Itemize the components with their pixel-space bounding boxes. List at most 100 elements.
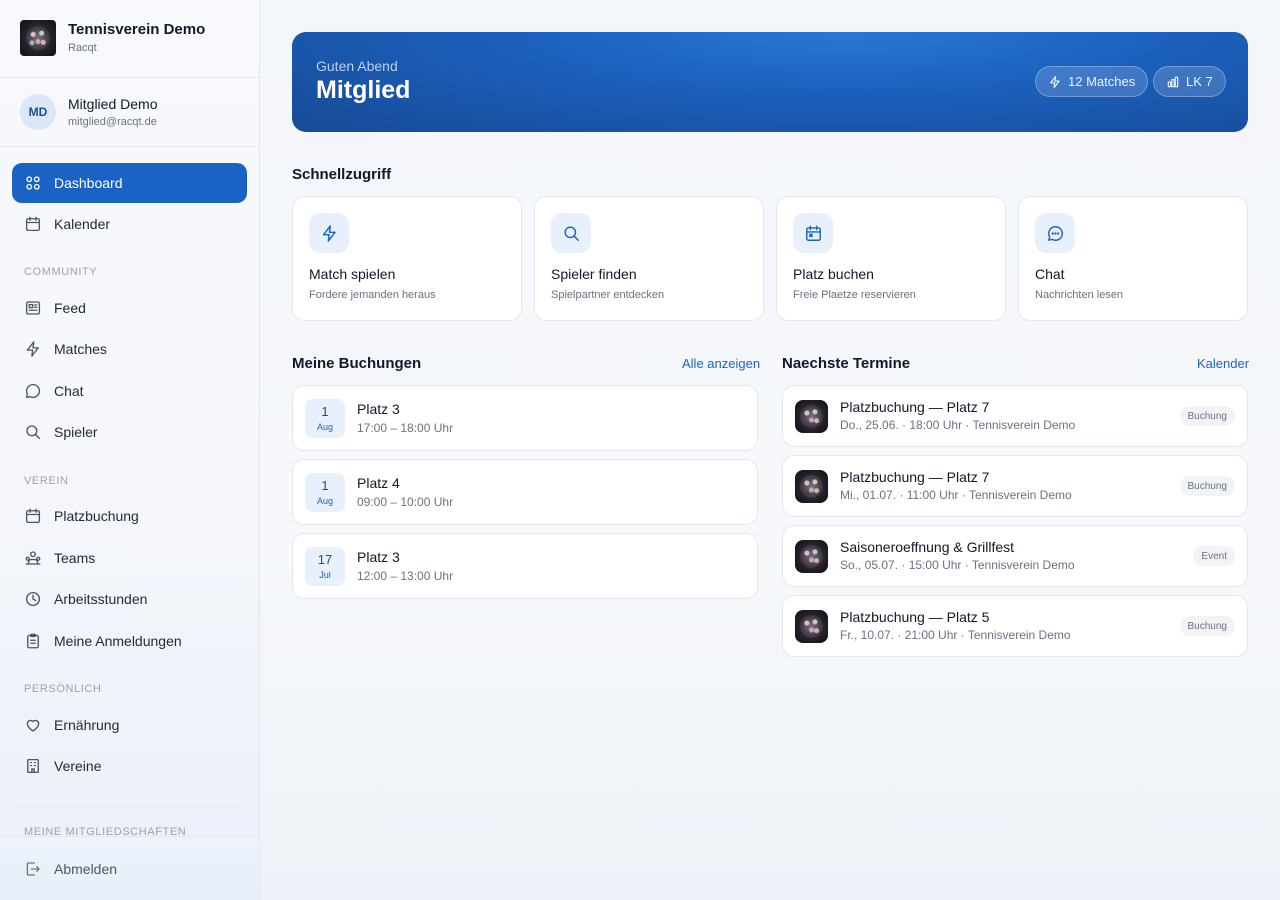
booking-time: 12:00 – 13:00 Uhr bbox=[357, 569, 454, 583]
sidebar-item-arbeitsstunden[interactable]: Arbeitsstunden bbox=[12, 579, 247, 619]
sidebar-item-spieler[interactable]: Spieler bbox=[12, 412, 247, 452]
sidebar-item-label: Ernährung bbox=[54, 717, 120, 733]
event-type-badge: Event bbox=[1193, 546, 1235, 566]
sidebar-divider bbox=[0, 77, 259, 78]
event-item[interactable]: Platzbuchung — Platz 7 Mi., 01.07. · 11:… bbox=[782, 455, 1248, 517]
user-profile[interactable]: MD Mitglied Demo mitglied@racqt.de bbox=[20, 94, 157, 130]
club-thumbnail bbox=[795, 610, 828, 643]
brand-title: Tennisverein Demo bbox=[68, 21, 206, 38]
quick-card-booking[interactable]: Platz buchen Freie Plaetze reservieren bbox=[776, 196, 1006, 321]
sidebar-item-matches[interactable]: Matches bbox=[12, 329, 247, 369]
event-meta: Mi., 01.07. · 11:00 Uhr · Tennisverein D… bbox=[840, 488, 1072, 502]
logout-label: Abmelden bbox=[54, 860, 118, 877]
booking-date: 1 Aug bbox=[305, 399, 345, 438]
sidebar-item-platzbuchung[interactable]: Platzbuchung bbox=[12, 496, 247, 536]
user-email: mitglied@racqt.de bbox=[68, 115, 157, 128]
sidebar-item-label: Chat bbox=[54, 383, 84, 399]
club-thumbnail bbox=[795, 470, 828, 503]
matches-stat-pill[interactable]: 12 Matches bbox=[1035, 66, 1149, 97]
sidebar-item-feed[interactable]: Feed bbox=[12, 288, 247, 328]
quick-card-title: Spieler finden bbox=[551, 266, 637, 282]
quick-card-players[interactable]: Spieler finden Spielpartner entdecken bbox=[534, 196, 764, 321]
calendar-icon bbox=[24, 215, 42, 233]
sidebar-item-label: Feed bbox=[54, 300, 86, 316]
sidebar-item-teams[interactable]: Teams bbox=[12, 538, 247, 578]
sidebar-item-chat[interactable]: Chat bbox=[12, 371, 247, 411]
chat-icon bbox=[24, 382, 42, 400]
quick-card-match[interactable]: Match spielen Fordere jemanden heraus bbox=[292, 196, 522, 321]
calendar-link[interactable]: Kalender bbox=[1197, 356, 1249, 371]
booking-item[interactable]: 1 Aug Platz 3 17:00 – 18:00 Uhr bbox=[292, 385, 758, 451]
sidebar-item-label: Teams bbox=[54, 550, 96, 566]
sidebar-item-label: Arbeitsstunden bbox=[54, 591, 148, 607]
booking-month: Aug bbox=[316, 496, 333, 506]
event-title: Platzbuchung — Platz 7 bbox=[840, 399, 990, 415]
sidebar: Tennisverein Demo Racqt MD Mitglied Demo… bbox=[0, 0, 260, 900]
brand-subtitle: Racqt bbox=[68, 42, 97, 54]
quick-access-title: Schnellzugriff bbox=[292, 166, 392, 183]
clock-icon bbox=[24, 590, 42, 608]
booking-date: 1 Aug bbox=[305, 473, 345, 512]
quick-card-title: Chat bbox=[1035, 266, 1065, 282]
club-logo bbox=[20, 20, 56, 56]
bolt-icon bbox=[24, 340, 42, 358]
quick-card-subtitle: Freie Plaetze reservieren bbox=[793, 289, 916, 301]
user-name: Mitglied Demo bbox=[68, 95, 158, 112]
building-icon bbox=[24, 757, 42, 775]
quick-card-subtitle: Fordere jemanden heraus bbox=[309, 289, 436, 301]
event-item[interactable]: Platzbuchung — Platz 7 Do., 25.06. · 18:… bbox=[782, 385, 1248, 447]
club-thumbnail bbox=[795, 400, 828, 433]
lk-stat-label: LK 7 bbox=[1186, 74, 1213, 89]
booking-time: 09:00 – 10:00 Uhr bbox=[357, 495, 454, 509]
sidebar-item-dashboard[interactable]: Dashboard bbox=[12, 163, 247, 203]
event-type-badge: Buchung bbox=[1179, 476, 1235, 496]
sidebar-item-ernaehrung[interactable]: Ernährung bbox=[12, 705, 247, 745]
events-title: Naechste Termine bbox=[782, 355, 911, 372]
lk-stat-pill[interactable]: LK 7 bbox=[1153, 66, 1226, 97]
sidebar-item-label: Vereine bbox=[54, 758, 102, 774]
booking-day: 1 bbox=[321, 404, 329, 419]
booking-time: 17:00 – 18:00 Uhr bbox=[357, 421, 454, 435]
greeting-name: Mitglied bbox=[316, 76, 411, 104]
chat-icon bbox=[1035, 213, 1075, 253]
logout-button[interactable]: Abmelden bbox=[0, 836, 259, 900]
event-item[interactable]: Saisoneroeffnung & Grillfest So., 05.07.… bbox=[782, 525, 1248, 587]
brand[interactable]: Tennisverein Demo Racqt bbox=[20, 20, 205, 56]
booking-month: Aug bbox=[316, 422, 333, 432]
sidebar-item-kalender[interactable]: Kalender bbox=[12, 204, 247, 244]
booking-day: 17 bbox=[317, 552, 333, 567]
sidebar-item-label: Dashboard bbox=[54, 175, 123, 191]
quick-card-title: Platz buchen bbox=[793, 266, 874, 282]
event-type-badge: Buchung bbox=[1179, 406, 1235, 426]
event-meta: Do., 25.06. · 18:00 Uhr · Tennisverein D… bbox=[840, 418, 1076, 432]
quick-card-subtitle: Spielpartner entdecken bbox=[551, 289, 665, 301]
users-icon bbox=[24, 549, 42, 567]
sidebar-item-label: Kalender bbox=[54, 216, 111, 232]
event-item[interactable]: Platzbuchung — Platz 5 Fr., 10.07. · 21:… bbox=[782, 595, 1248, 657]
event-title: Platzbuchung — Platz 7 bbox=[840, 469, 990, 485]
sidebar-item-label: Spieler bbox=[54, 424, 98, 440]
booking-date: 17 Jul bbox=[305, 547, 345, 586]
sidebar-item-anmeldungen[interactable]: Meine Anmeldungen bbox=[12, 621, 247, 661]
bookings-title: Meine Buchungen bbox=[292, 355, 422, 372]
event-meta: Fr., 10.07. · 21:00 Uhr · Tennisverein D… bbox=[840, 628, 1071, 642]
heart-icon bbox=[24, 716, 42, 734]
nav-section-verein: Verein bbox=[24, 475, 69, 487]
sidebar-item-vereine[interactable]: Vereine bbox=[12, 746, 247, 786]
booking-item[interactable]: 17 Jul Platz 3 12:00 – 13:00 Uhr bbox=[292, 533, 758, 599]
avatar: MD bbox=[20, 94, 56, 130]
booking-item[interactable]: 1 Aug Platz 4 09:00 – 10:00 Uhr bbox=[292, 459, 758, 525]
event-title: Saisoneroeffnung & Grillfest bbox=[840, 539, 1015, 555]
sidebar-item-label: Meine Anmeldungen bbox=[54, 633, 182, 649]
greeting: Guten Abend bbox=[316, 58, 398, 74]
bolt-icon bbox=[1048, 75, 1062, 89]
newspaper-icon bbox=[24, 299, 42, 317]
show-all-bookings-link[interactable]: Alle anzeigen bbox=[682, 356, 760, 371]
quick-card-chat[interactable]: Chat Nachrichten lesen bbox=[1018, 196, 1248, 321]
bolt-icon bbox=[309, 213, 349, 253]
welcome-banner: Guten Abend Mitglied 12 Matches LK 7 bbox=[292, 32, 1248, 132]
nav-section-persoenlich: Persönlich bbox=[24, 683, 102, 695]
event-title: Platzbuchung — Platz 5 bbox=[840, 609, 990, 625]
event-type-badge: Buchung bbox=[1179, 616, 1235, 636]
sidebar-item-label: Matches bbox=[54, 341, 107, 357]
